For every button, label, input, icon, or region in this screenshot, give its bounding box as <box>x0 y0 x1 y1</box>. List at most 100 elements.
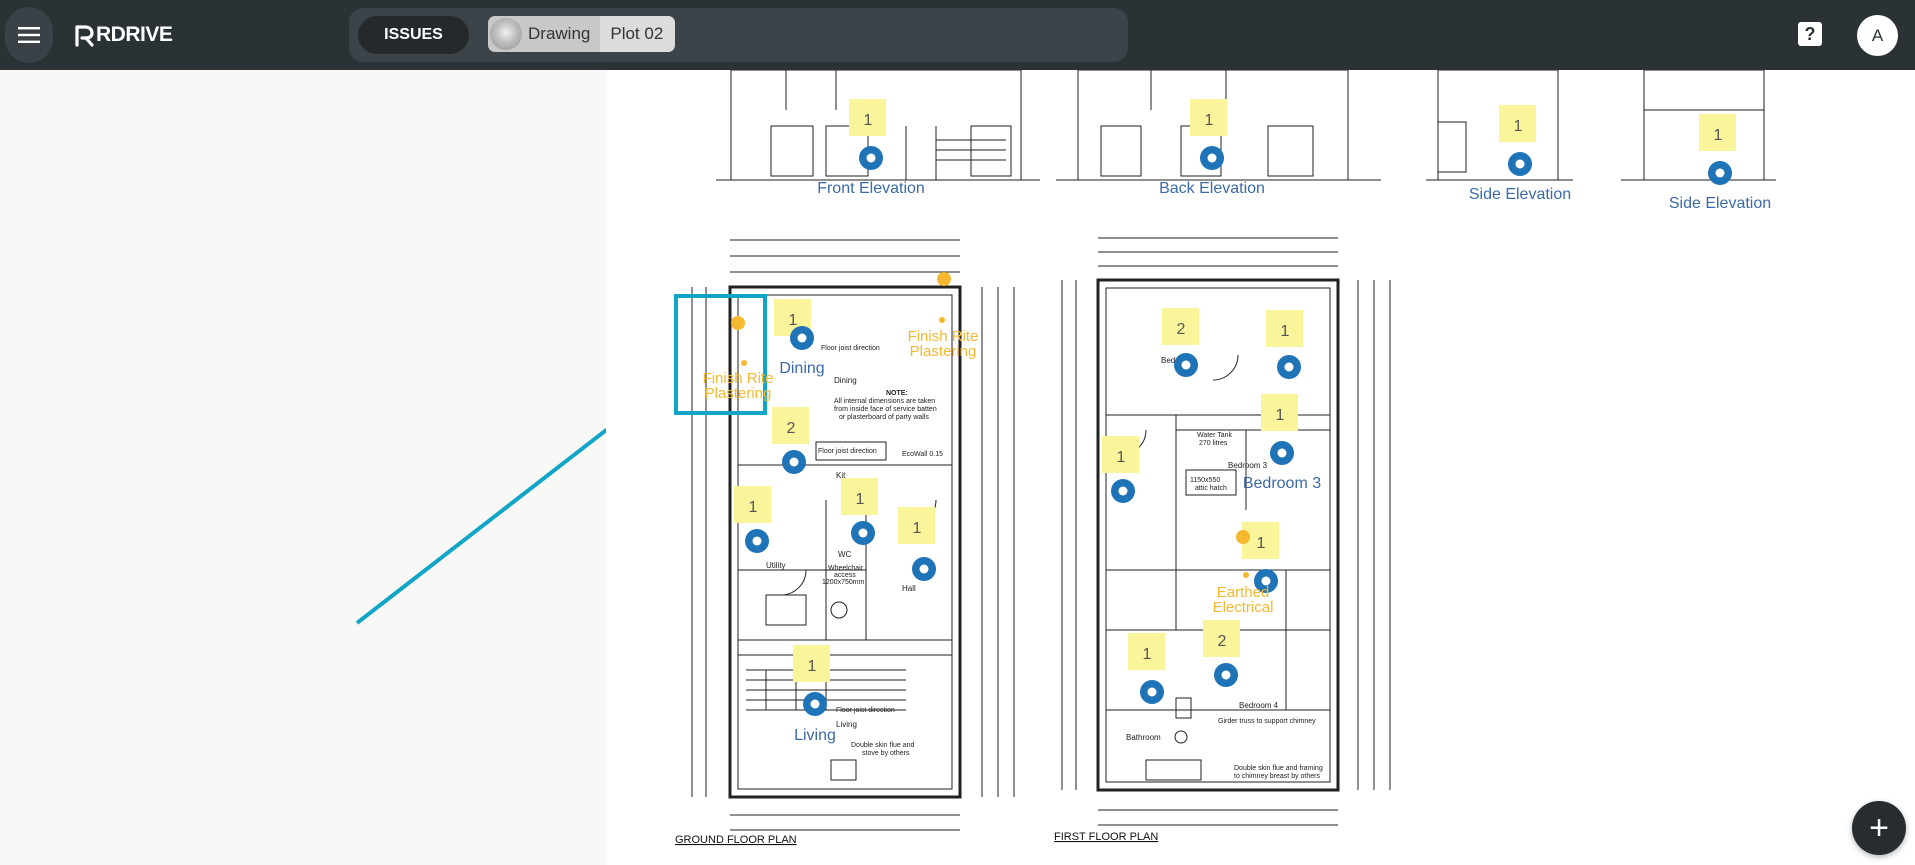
sticky-note[interactable]: 1 <box>1190 99 1227 136</box>
issue-label-line: Plastering <box>705 385 772 402</box>
drawing-breadcrumb[interactable]: Drawing Plot 02 <box>488 16 676 52</box>
plus-icon: + <box>1869 808 1889 847</box>
help-button[interactable]: ? <box>1798 22 1822 46</box>
breadcrumb-drawing[interactable]: Drawing <box>526 16 600 52</box>
plan-note: from inside face of service batten <box>834 406 937 413</box>
sticky-note[interactable]: 1 <box>1499 105 1536 142</box>
issue-pin[interactable] <box>790 326 814 350</box>
hamburger-icon <box>18 27 40 43</box>
plan-note: or plasterboard of party walls <box>839 414 929 421</box>
account-avatar-button[interactable]: A <box>1857 15 1898 56</box>
plan-note: Water Tank <box>1197 432 1233 439</box>
sticky-note[interactable]: 1 <box>1266 310 1303 347</box>
plan-note: EcoWall 0.15 <box>902 451 943 458</box>
ground-floor-plan-title: GROUND FLOOR PLAN <box>675 834 797 846</box>
issue-pin[interactable] <box>1277 355 1301 379</box>
issue-dot[interactable] <box>1236 530 1250 544</box>
plan-note: Bedroom 3 <box>1228 461 1268 470</box>
issue-label-line: Plastering <box>910 343 977 360</box>
sticky-note[interactable]: 1 <box>734 486 771 523</box>
rdrive-logo-icon <box>75 25 94 47</box>
svg-text:1: 1 <box>1276 407 1285 424</box>
svg-text:1: 1 <box>864 112 873 129</box>
plan-note: 270 litres <box>1199 440 1228 447</box>
elevation-label: Side Elevation <box>1469 186 1571 203</box>
issue-pin[interactable] <box>1508 152 1532 176</box>
svg-text:2: 2 <box>787 420 796 437</box>
issue-dot[interactable] <box>939 317 945 323</box>
sticky-note[interactable]: 1 <box>1699 114 1736 151</box>
sticky-note[interactable]: 2 <box>772 407 809 444</box>
issue-pin[interactable] <box>859 146 883 170</box>
issue-label: Finish Rite Plastering <box>908 328 979 360</box>
issue-dot[interactable] <box>741 360 747 366</box>
issue-pin[interactable] <box>851 521 875 545</box>
room-label: Dining <box>779 360 824 377</box>
drawing-thumbnail <box>490 18 522 50</box>
sticky-note[interactable]: 1 <box>1261 394 1298 431</box>
issue-pin[interactable] <box>745 529 769 553</box>
issue-pin[interactable] <box>1174 353 1198 377</box>
plan-note: attic hatch <box>1195 485 1227 492</box>
plan-note: WC <box>838 550 852 559</box>
plan-note: Floor joist direction <box>821 345 880 352</box>
sticky-note[interactable]: 2 <box>1162 308 1199 345</box>
svg-text:1: 1 <box>1714 127 1723 144</box>
plan-note: All internal dimensions are taken <box>834 398 935 405</box>
issue-pin[interactable] <box>1140 680 1164 704</box>
svg-text:1: 1 <box>1257 535 1266 552</box>
plan-note: Utility <box>766 561 786 570</box>
issue-pin[interactable] <box>1270 441 1294 465</box>
svg-text:1: 1 <box>749 499 758 516</box>
plan-note: 1150x550 <box>1190 477 1220 484</box>
svg-text:1: 1 <box>1143 646 1152 663</box>
drawing-canvas[interactable]: Floor joist direction Dining NOTE: All i… <box>606 70 1915 865</box>
issue-pin[interactable] <box>1214 663 1238 687</box>
plan-note: 1200x750mm <box>822 579 865 586</box>
elevation-label: Front Elevation <box>817 180 925 197</box>
context-bar: ISSUES Drawing Plot 02 <box>349 8 1128 62</box>
issue-label-line: Electrical <box>1213 599 1274 616</box>
plan-note: Dining <box>834 376 857 385</box>
room-label: Living <box>794 727 836 744</box>
issue-dot[interactable] <box>937 272 951 286</box>
sticky-note[interactable]: 1 <box>1128 633 1165 670</box>
room-label: Bedroom 3 <box>1243 475 1321 492</box>
elevation-label: Side Elevation <box>1669 195 1771 212</box>
issue-pin[interactable] <box>912 557 936 581</box>
sticky-note[interactable]: 1 <box>849 99 886 136</box>
svg-text:1: 1 <box>1514 118 1523 135</box>
issue-label: Earthed Electrical <box>1213 584 1274 616</box>
plan-note: Bed <box>1161 356 1175 365</box>
issue-dot[interactable] <box>731 316 745 330</box>
top-app-bar: RDRIVE ISSUES Drawing Plot 02 ? A <box>0 0 1915 70</box>
plot-drawing[interactable]: Floor joist direction Dining NOTE: All i… <box>606 70 1915 865</box>
plan-note: Floor joist direction <box>818 448 877 455</box>
issues-button[interactable]: ISSUES <box>358 16 469 54</box>
issue-pin[interactable] <box>803 692 827 716</box>
menu-button[interactable] <box>5 7 53 63</box>
issue-dot[interactable] <box>1243 572 1249 578</box>
svg-text:1: 1 <box>1205 112 1214 129</box>
sticky-note[interactable]: 2 <box>1203 620 1240 657</box>
brand-logo[interactable]: RDRIVE <box>74 22 173 48</box>
issue-pin[interactable] <box>1200 146 1224 170</box>
first-floor-plan-drawing <box>1061 237 1391 826</box>
plan-note: Living <box>836 720 857 729</box>
plan-note: Bedroom 4 <box>1239 701 1279 710</box>
sticky-note[interactable]: 1 <box>898 507 935 544</box>
issue-pin[interactable] <box>1708 161 1732 185</box>
sticky-note[interactable]: 1 <box>1102 436 1139 473</box>
brand-name: RDRIVE <box>96 23 173 46</box>
breadcrumb-plot[interactable]: Plot 02 <box>600 16 676 52</box>
add-issue-button[interactable]: + <box>1852 801 1906 855</box>
left-panel <box>0 70 606 865</box>
sticky-note[interactable]: 1 <box>793 645 830 682</box>
issue-pin[interactable] <box>1111 479 1135 503</box>
svg-text:1: 1 <box>856 491 865 508</box>
plan-note: Hall <box>902 584 916 593</box>
issue-pin[interactable] <box>782 450 806 474</box>
sticky-note[interactable]: 1 <box>841 478 878 515</box>
svg-text:1: 1 <box>1281 323 1290 340</box>
svg-text:1: 1 <box>1117 449 1126 466</box>
